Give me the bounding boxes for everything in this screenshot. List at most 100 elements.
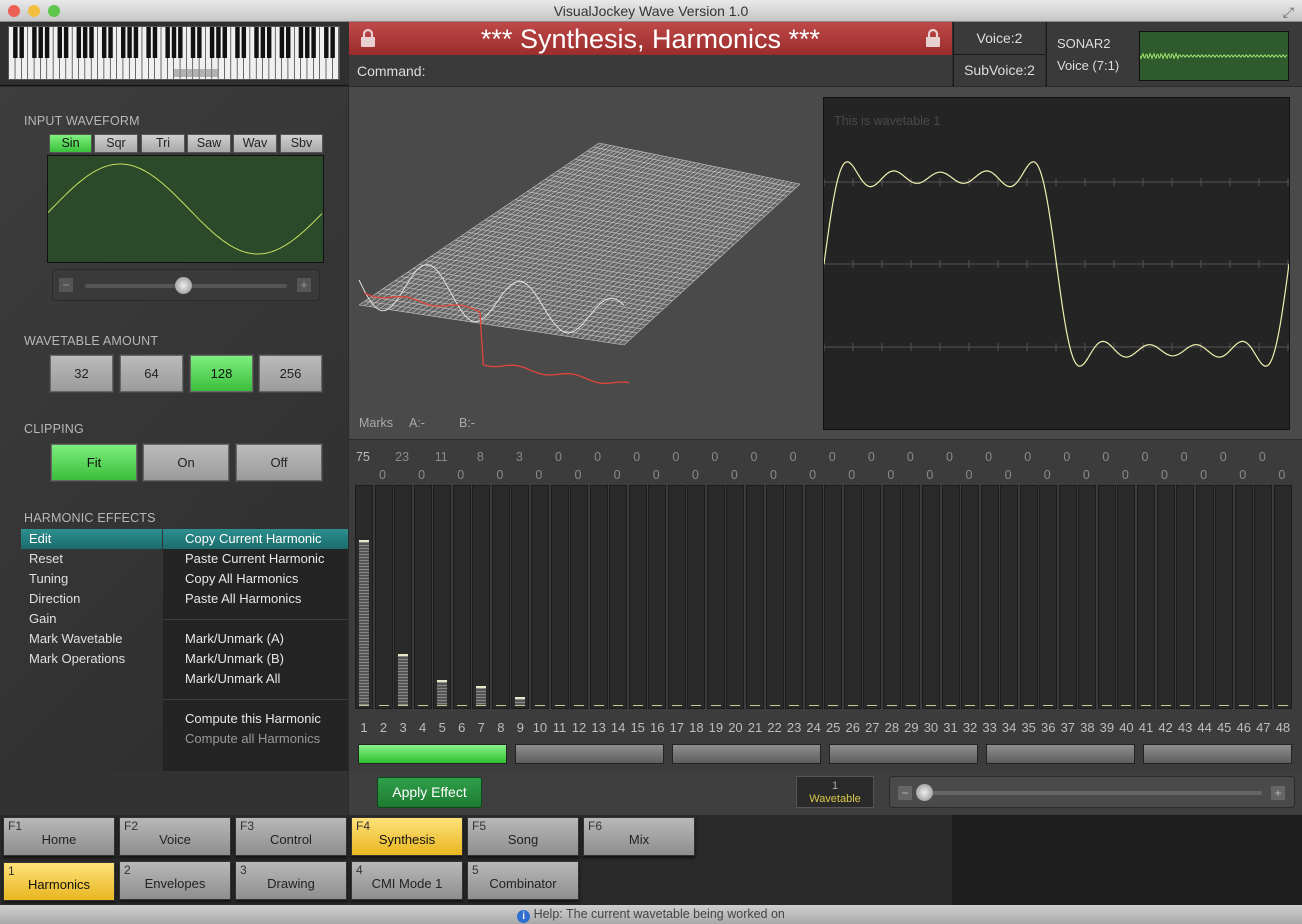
- harmonic-page-button[interactable]: [1143, 744, 1292, 764]
- submenu-compute-all[interactable]: Compute all Harmonics: [163, 729, 348, 749]
- harmonic-slider[interactable]: [804, 485, 823, 709]
- menu-item-tuning[interactable]: Tuning: [21, 569, 162, 589]
- slider-knob[interactable]: [175, 277, 192, 294]
- harmonic-slider[interactable]: [1176, 485, 1195, 709]
- harmonic-slider[interactable]: [570, 485, 589, 709]
- harmonic-slider[interactable]: [491, 485, 510, 709]
- harmonic-slider[interactable]: [941, 485, 960, 709]
- waveform-sqr-button[interactable]: Sqr: [94, 134, 138, 153]
- apply-effect-button[interactable]: Apply Effect: [377, 777, 482, 808]
- close-window-icon[interactable]: [8, 5, 20, 17]
- tab-home[interactable]: F1 Home: [3, 817, 115, 856]
- wavetable-256-button[interactable]: 256: [258, 354, 323, 393]
- harmonic-slider[interactable]: [394, 485, 413, 709]
- wavetable-128-button[interactable]: 128: [189, 354, 254, 393]
- harmonic-slider[interactable]: [1117, 485, 1136, 709]
- tab-cmi-mode-1[interactable]: 4 CMI Mode 1: [351, 861, 463, 900]
- harmonic-slider[interactable]: [726, 485, 745, 709]
- menu-item-mark-wavetable[interactable]: Mark Wavetable: [21, 629, 162, 649]
- harmonic-slider[interactable]: [863, 485, 882, 709]
- submenu-paste-all[interactable]: Paste All Harmonics: [163, 589, 348, 609]
- tab-song[interactable]: F5 Song: [467, 817, 579, 856]
- harmonic-slider[interactable]: [961, 485, 980, 709]
- plus-icon[interactable]: +: [297, 278, 311, 292]
- harmonic-slider[interactable]: [511, 485, 530, 709]
- menu-item-gain[interactable]: Gain: [21, 609, 162, 629]
- harmonic-slider[interactable]: [452, 485, 471, 709]
- harmonic-slider[interactable]: [765, 485, 784, 709]
- menu-item-edit[interactable]: Edit: [21, 529, 162, 549]
- harmonic-slider[interactable]: [687, 485, 706, 709]
- submenu-mark-all[interactable]: Mark/Unmark All: [163, 669, 348, 689]
- slider-knob[interactable]: [916, 784, 933, 801]
- harmonic-slider[interactable]: [1195, 485, 1214, 709]
- subvoice-indicator[interactable]: SubVoice:2: [953, 55, 1045, 86]
- harmonic-slider[interactable]: [1058, 485, 1077, 709]
- tab-voice[interactable]: F2 Voice: [119, 817, 231, 856]
- lock-icon[interactable]: [359, 28, 377, 48]
- harmonic-slider[interactable]: [1234, 485, 1253, 709]
- wavetable-slider[interactable]: − +: [889, 776, 1295, 808]
- harmonic-slider[interactable]: [1137, 485, 1155, 709]
- harmonic-slider[interactable]: [530, 485, 549, 709]
- harmonic-slider[interactable]: [921, 485, 940, 709]
- menu-item-mark-operations[interactable]: Mark Operations: [21, 649, 162, 669]
- menu-item-direction[interactable]: Direction: [21, 589, 162, 609]
- harmonic-slider[interactable]: [374, 485, 393, 709]
- tab-mix[interactable]: F6 Mix: [583, 817, 695, 856]
- harmonic-slider[interactable]: [785, 485, 804, 709]
- harmonic-page-button[interactable]: [829, 744, 978, 764]
- harmonic-slider[interactable]: [472, 485, 491, 709]
- tab-combinator[interactable]: 5 Combinator: [467, 861, 579, 900]
- tab-synthesis[interactable]: F4 Synthesis: [351, 817, 463, 856]
- zoom-window-icon[interactable]: [48, 5, 60, 17]
- harmonic-page-button[interactable]: [515, 744, 664, 764]
- tab-drawing[interactable]: 3 Drawing: [235, 861, 347, 900]
- harmonic-slider[interactable]: [706, 485, 725, 709]
- harmonic-slider[interactable]: [609, 485, 628, 709]
- harmonic-slider[interactable]: [1019, 485, 1038, 709]
- lock-icon[interactable]: [924, 28, 942, 48]
- submenu-mark-a[interactable]: Mark/Unmark (A): [163, 629, 348, 649]
- plus-icon[interactable]: +: [1271, 786, 1285, 800]
- tab-control[interactable]: F3 Control: [235, 817, 347, 856]
- harmonic-slider[interactable]: [1273, 485, 1292, 709]
- harmonic-slider[interactable]: [882, 485, 901, 709]
- wavetable-64-button[interactable]: 64: [119, 354, 184, 393]
- harmonic-slider[interactable]: [1097, 485, 1116, 709]
- harmonic-slider[interactable]: [824, 485, 843, 709]
- harmonic-slider[interactable]: [980, 485, 999, 709]
- wavetable-32-button[interactable]: 32: [49, 354, 114, 393]
- wavetable-3d-view[interactable]: Marks A:- B:-: [349, 87, 819, 439]
- harmonic-slider[interactable]: [589, 485, 608, 709]
- harmonic-slider[interactable]: [355, 485, 373, 709]
- tab-envelopes[interactable]: 2 Envelopes: [119, 861, 231, 900]
- submenu-mark-b[interactable]: Mark/Unmark (B): [163, 649, 348, 669]
- waveform-sin-button[interactable]: Sin: [49, 134, 92, 153]
- clipping-off-button[interactable]: Off: [235, 443, 323, 482]
- harmonic-slider[interactable]: [1000, 485, 1019, 709]
- submenu-copy-current[interactable]: Copy Current Harmonic: [163, 529, 348, 549]
- harmonic-slider[interactable]: [413, 485, 432, 709]
- waveform-wav-button[interactable]: Wav: [233, 134, 277, 153]
- waveform-tri-button[interactable]: Tri: [141, 134, 185, 153]
- keyboard-display[interactable]: [8, 26, 340, 80]
- harmonic-slider[interactable]: [550, 485, 569, 709]
- command-bar[interactable]: Command:: [349, 55, 952, 86]
- harmonic-slider[interactable]: [1156, 485, 1175, 709]
- tab-harmonics[interactable]: 1 Harmonics: [3, 862, 115, 901]
- waveform-phase-slider[interactable]: − +: [52, 269, 320, 301]
- waveform-saw-button[interactable]: Saw: [187, 134, 231, 153]
- minimize-window-icon[interactable]: [28, 5, 40, 17]
- fullscreen-icon[interactable]: ⤢: [1283, 1, 1294, 23]
- clipping-fit-button[interactable]: Fit: [50, 443, 138, 482]
- harmonic-slider[interactable]: [433, 485, 452, 709]
- harmonic-slider[interactable]: [1078, 485, 1097, 709]
- harmonic-page-button[interactable]: [986, 744, 1135, 764]
- harmonic-slider[interactable]: [902, 485, 921, 709]
- harmonic-slider[interactable]: [667, 485, 686, 709]
- harmonic-slider[interactable]: [1254, 485, 1273, 709]
- harmonic-slider[interactable]: [628, 485, 647, 709]
- harmonic-page-button[interactable]: [358, 744, 507, 764]
- harmonic-page-button[interactable]: [672, 744, 821, 764]
